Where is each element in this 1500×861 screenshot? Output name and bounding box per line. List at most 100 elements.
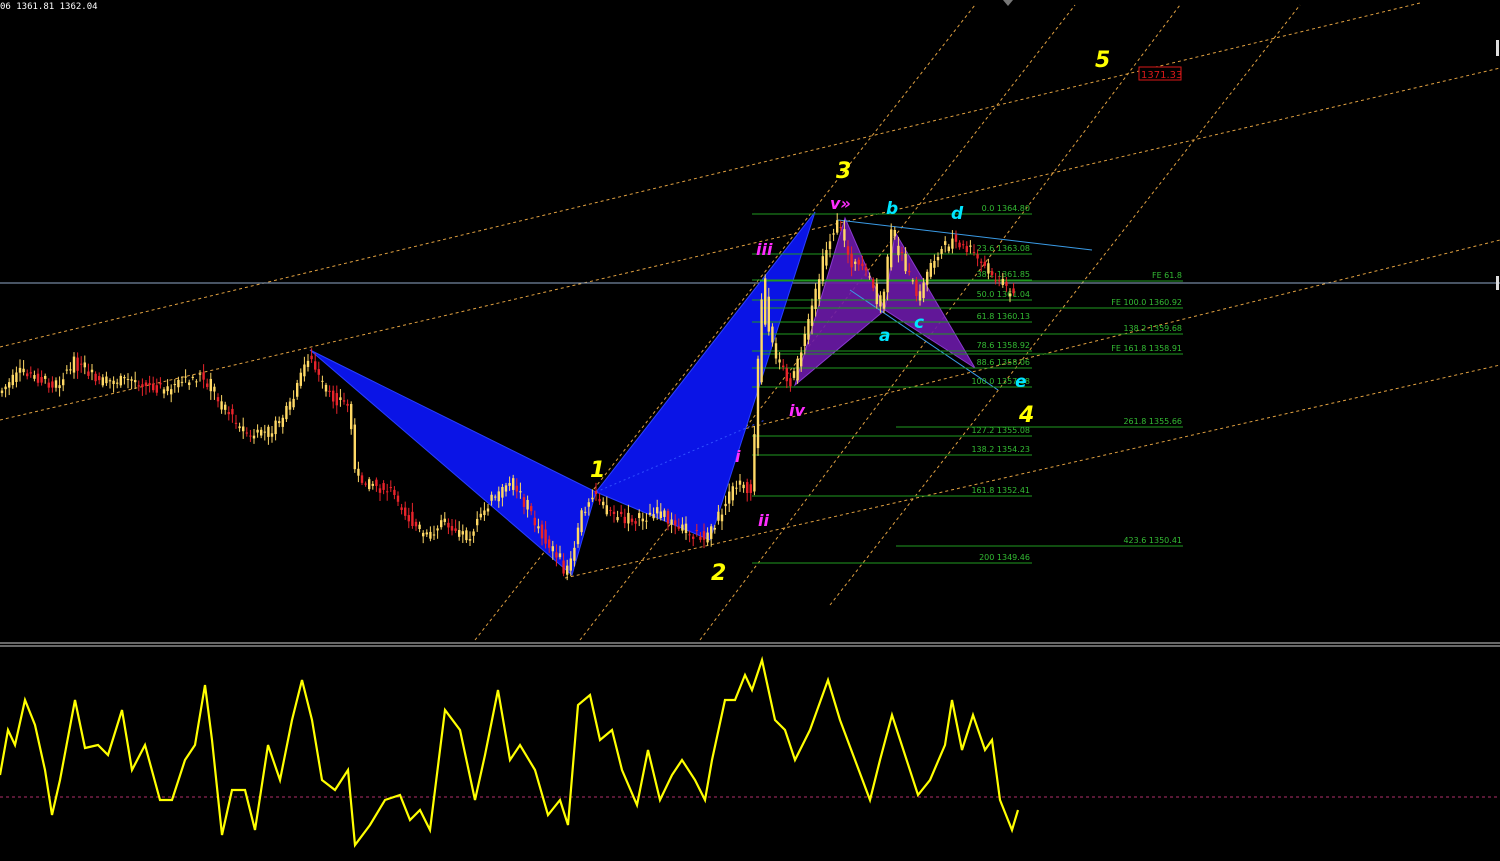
candle-body [843,229,846,241]
candle-body [681,524,684,531]
candle-body [335,393,338,406]
candle-body [4,386,7,390]
candle-body [836,220,839,233]
candle-body [666,511,670,524]
candle-body [530,506,533,512]
candle-body [425,532,428,535]
candle-body [890,229,893,268]
candle-body [728,491,731,504]
candle-body [486,508,490,512]
candle-body [368,479,371,490]
candle-body [274,420,277,435]
candle-body [566,565,569,575]
candle-body [65,369,68,371]
candle-body [476,518,479,526]
candle-body [558,553,562,558]
candle-body [18,367,22,373]
candle-body [645,520,648,522]
candle-body [213,386,216,392]
price-chart-canvas[interactable]: 0.0 1364.8023.6 1363.0838.2 1361.8550.0 … [0,0,1500,857]
candle-body [807,319,810,340]
candle-body [40,376,43,383]
candle-body [47,382,50,388]
candle-body [839,226,842,229]
candle-body [263,431,266,433]
wave-label-c: c [914,313,924,333]
candle-body [170,389,173,395]
candle-body [749,484,752,493]
candle-body [868,276,871,278]
candle-body [526,499,529,510]
candle-body [764,278,767,325]
candle-body [256,429,259,433]
candle-body [33,375,36,379]
candle-body [126,378,130,380]
candle-body [951,238,954,249]
candle-body [80,363,83,365]
fib-level-label: 0.0 1364.80 [982,204,1030,213]
candle-body [278,421,281,424]
candle-body [116,382,119,384]
candle-body [720,514,724,522]
candle-body [119,375,122,386]
candle-body [944,241,947,245]
candle-body [562,560,565,574]
candle-body [911,280,914,282]
candle-body [267,426,270,437]
candle-body [998,280,1001,282]
candle-body [306,360,310,367]
candle-body [76,357,79,371]
candle-body [339,397,342,400]
fib-level-label: 161.8 1352.41 [971,486,1030,495]
candle-body [900,252,904,254]
ohlc-readout: 06 1361.81 1362.04 [0,2,98,12]
candle-body [551,546,554,552]
candle-body [980,261,983,263]
candle-body [929,262,932,277]
scroll-marker[interactable] [1496,40,1499,56]
candle-body [533,517,536,526]
candle-body [90,369,94,373]
candle-body [483,510,486,516]
candle-body [623,516,626,524]
candle-body [234,422,238,424]
candle-body [684,523,688,534]
candle-body [904,253,907,272]
candle-body [940,248,943,254]
candle-body [155,385,158,393]
candle-body [342,400,346,402]
wave-label-i: i [735,447,741,466]
price-tag-text: 1371.33 [1141,70,1182,81]
candle-body [872,279,875,288]
wave-label-2: 2 [711,561,726,586]
candle-body [742,484,745,489]
candle-body [220,401,223,410]
candle-body [418,524,421,530]
candle-body [479,513,482,518]
candle-body [972,251,976,253]
candle-body [587,502,590,507]
candle-body [328,390,331,392]
candle-body [537,526,540,529]
candle-body [141,384,144,387]
candle-body [731,486,734,501]
candle-body [429,531,432,539]
candle-body [238,426,241,429]
scroll-marker[interactable] [1496,276,1499,290]
candle-body [713,527,716,530]
trading-chart[interactable]: 0.0 1364.80 23.6 1363.08 38.2 1361.85 50.0 … [0,0,1500,857]
candle-body [386,491,389,493]
candle-body [825,250,828,266]
candle-body [54,380,58,388]
wave-label-e: e [1015,372,1027,392]
candle-body [454,528,457,531]
candle-body [468,539,472,541]
fib-extension-label: 261.8 1355.66 [1123,417,1182,426]
candle-body [501,486,504,498]
candle-body [393,489,396,496]
candle-body [778,359,781,363]
candle-body [98,376,101,381]
candle-body [15,372,18,382]
candle-body [699,536,702,540]
candle-body [58,385,61,389]
